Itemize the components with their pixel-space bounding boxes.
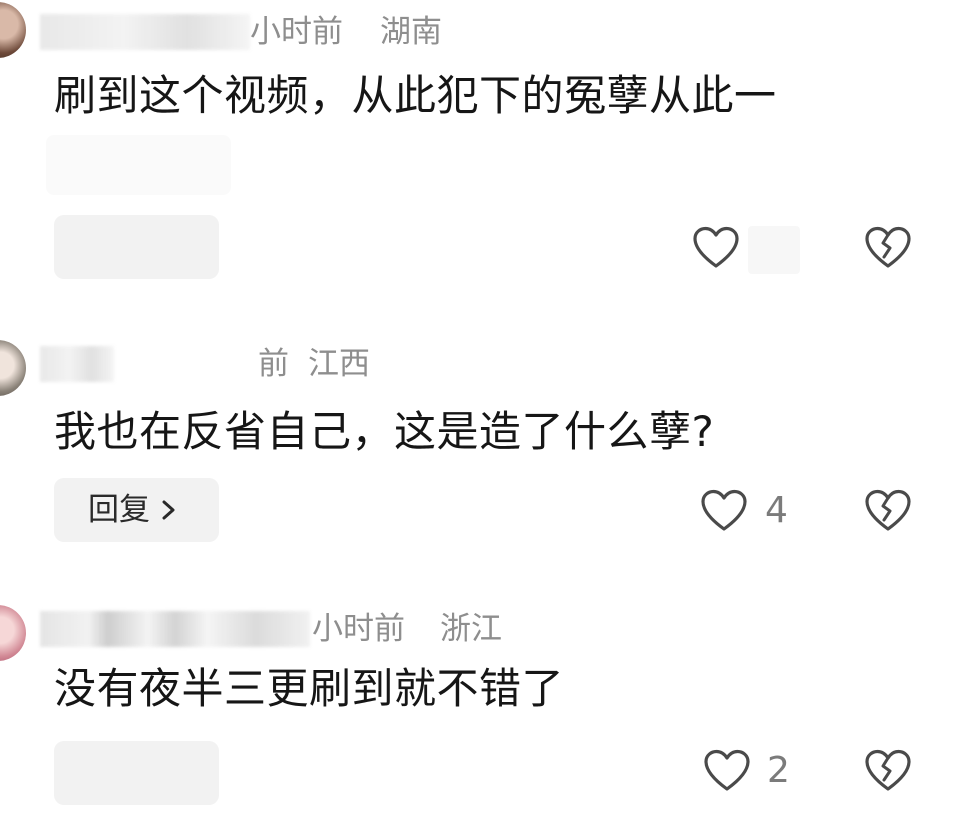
comment-item: 前 江西 我也在反省自己，这是造了什么孽? 回复 4 xyxy=(0,330,971,570)
avatar[interactable] xyxy=(0,340,26,396)
comment-text: 没有夜半三更刷到就不错了 xyxy=(54,664,565,713)
heart-outline-icon[interactable] xyxy=(692,226,740,270)
username-redacted[interactable] xyxy=(40,14,250,50)
broken-heart-icon[interactable] xyxy=(864,226,912,270)
comment-text: 刷到这个视频，从此犯下的冤孽从此一 xyxy=(54,71,777,120)
comment-meta: 小时前 湖南 xyxy=(40,10,640,54)
comment-list: 小时前 湖南 刷到这个视频，从此犯下的冤孽从此一 前 江西 我也在反省自己，这是… xyxy=(0,0,971,819)
like-count: 4 xyxy=(765,490,788,531)
comment-region: 浙江 xyxy=(440,611,502,647)
reply-button[interactable]: 回复 xyxy=(54,478,219,542)
comment-time: 小时前 xyxy=(312,611,405,647)
reply-button[interactable] xyxy=(54,741,219,805)
username-redacted[interactable] xyxy=(40,611,310,647)
avatar[interactable] xyxy=(0,2,26,58)
comment-item: 小时前 湖南 刷到这个视频，从此犯下的冤孽从此一 xyxy=(0,0,971,300)
like-count-redacted xyxy=(748,226,800,274)
hidden-content-block xyxy=(46,135,231,195)
broken-heart-icon[interactable] xyxy=(864,749,912,793)
comment-meta: 小时前 浙江 xyxy=(40,607,640,651)
chevron-right-icon xyxy=(162,500,175,520)
username-redacted[interactable] xyxy=(40,346,114,382)
avatar[interactable] xyxy=(0,605,26,661)
comment-time: 小时前 xyxy=(250,14,343,50)
heart-outline-icon[interactable] xyxy=(700,489,748,533)
comment-region: 江西 xyxy=(308,346,370,382)
comment-item: 小时前 浙江 没有夜半三更刷到就不错了 2 xyxy=(0,595,971,819)
broken-heart-icon[interactable] xyxy=(864,489,912,533)
reply-button[interactable] xyxy=(54,215,219,279)
reply-label: 回复 xyxy=(88,492,150,528)
comment-meta: 前 江西 xyxy=(40,342,640,386)
comment-time: 前 xyxy=(258,346,289,382)
heart-outline-icon[interactable] xyxy=(703,749,751,793)
comment-text: 我也在反省自己，这是造了什么孽? xyxy=(54,407,715,456)
like-count: 2 xyxy=(767,750,790,791)
comment-region: 湖南 xyxy=(380,14,442,50)
